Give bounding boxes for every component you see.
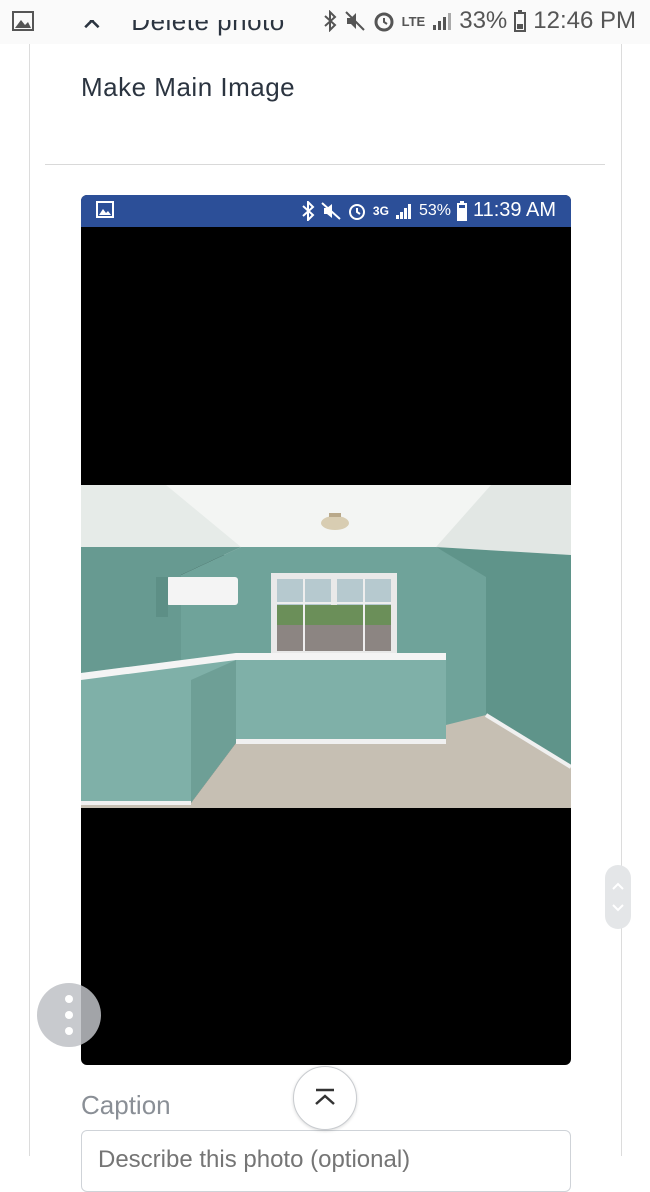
caption-input[interactable]: [96, 1145, 560, 1175]
bluetooth-icon: [323, 10, 337, 32]
photo-status-bar: 3G 53% 11:39 AM: [81, 195, 571, 227]
network-type: LTE: [401, 13, 426, 29]
clock: 11:39 AM: [472, 199, 556, 221]
bluetooth-icon: [302, 200, 315, 221]
room-photo: [81, 485, 571, 808]
battery-percent: 33%: [459, 7, 508, 34]
scroll-to-top-button[interactable]: [293, 1066, 357, 1130]
image-icon: [96, 201, 114, 218]
make-main-image-menu-item[interactable]: Make Main Image: [81, 72, 295, 103]
battery-percent: 53%: [418, 201, 451, 219]
mute-icon: [321, 201, 341, 220]
network-type: 3G: [372, 203, 389, 218]
battery-icon: [456, 200, 467, 221]
chevron-up-icon: [315, 1088, 335, 1105]
image-icon: [12, 11, 34, 31]
more-dot: [65, 1027, 73, 1035]
battery-icon: [514, 10, 527, 32]
chevron-down-icon: [612, 904, 624, 912]
mute-icon: [344, 11, 365, 31]
scroll-handle[interactable]: [605, 865, 631, 929]
alarm-icon: [374, 12, 394, 32]
delete-photo-menu-item[interactable]: ✕ Delete photo: [81, 20, 285, 46]
clock: 12:46 PM: [533, 7, 636, 34]
caption-label: Caption: [81, 1090, 171, 1120]
caption-field[interactable]: [81, 1130, 571, 1192]
divider: [45, 164, 605, 165]
more-vertical-icon: [65, 995, 73, 1003]
photo-preview[interactable]: 3G 53% 11:39 AM: [81, 195, 571, 1065]
signal-icon: [395, 203, 411, 219]
close-icon: ✕: [81, 20, 104, 36]
more-options-button[interactable]: [37, 983, 101, 1047]
more-dot: [65, 1011, 73, 1019]
chevron-up-icon: [612, 882, 624, 890]
delete-photo-label: Delete photo: [131, 20, 285, 36]
signal-icon: [433, 13, 452, 30]
alarm-icon: [348, 203, 365, 220]
